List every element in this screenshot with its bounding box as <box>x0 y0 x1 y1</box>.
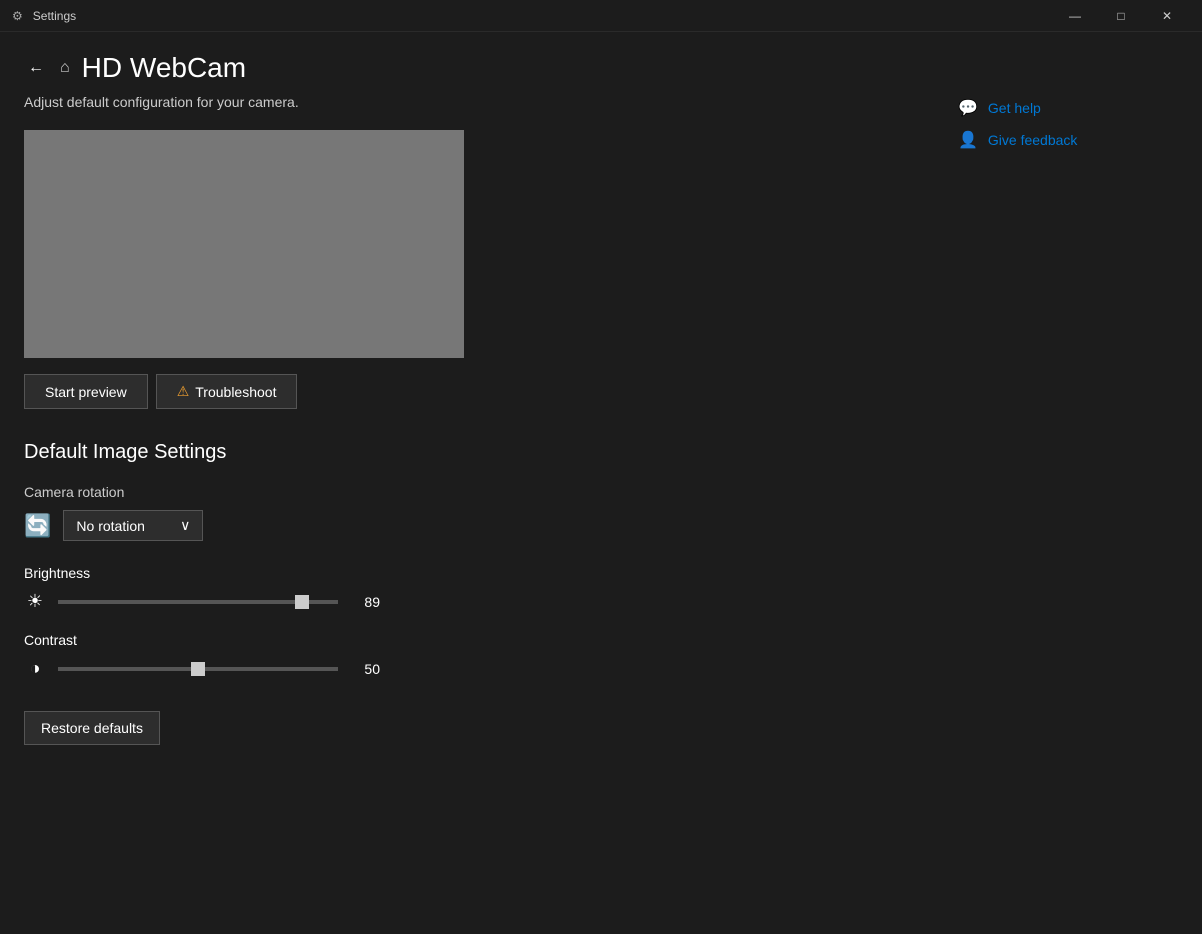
give-feedback-link[interactable]: 👤 Give feedback <box>958 126 1178 154</box>
camera-preview <box>24 130 464 358</box>
contrast-value: 50 <box>350 661 380 677</box>
section-heading: Default Image Settings <box>24 441 918 464</box>
main-content: Adjust default configuration for your ca… <box>24 94 958 934</box>
warning-icon: ⚠ <box>177 383 190 400</box>
troubleshoot-button[interactable]: ⚠ Troubleshoot <box>156 374 298 409</box>
titlebar: ⚙ Settings — □ ✕ <box>0 0 1202 32</box>
sidebar: 💬 Get help 👤 Give feedback <box>958 94 1178 934</box>
close-button[interactable]: ✕ <box>1144 0 1190 32</box>
brightness-icon: ☀ <box>24 591 46 612</box>
brightness-slider-row: ☀ 89 <box>24 591 918 612</box>
rotation-label: Camera rotation <box>24 484 918 500</box>
chevron-down-icon: ∨ <box>180 517 190 534</box>
titlebar-title: Settings <box>33 9 76 23</box>
give-feedback-icon: 👤 <box>958 130 978 150</box>
get-help-label: Get help <box>988 100 1041 116</box>
page-subtitle: Adjust default configuration for your ca… <box>24 94 918 110</box>
restore-defaults-button[interactable]: Restore defaults <box>24 711 160 745</box>
rotation-selected-value: No rotation <box>76 518 144 534</box>
brightness-value: 89 <box>350 594 380 610</box>
get-help-link[interactable]: 💬 Get help <box>958 94 1178 122</box>
restore-defaults-label: Restore defaults <box>41 720 143 736</box>
page-header: ← ⌂ HD WebCam <box>0 32 1202 94</box>
troubleshoot-label: Troubleshoot <box>195 384 276 400</box>
window-controls: — □ ✕ <box>1052 0 1190 32</box>
contrast-slider[interactable] <box>58 667 338 671</box>
action-buttons: Start preview ⚠ Troubleshoot <box>24 374 918 409</box>
camera-rotation-icon: 🔄 <box>24 513 51 539</box>
start-preview-label: Start preview <box>45 384 127 400</box>
rotation-dropdown[interactable]: No rotation ∨ <box>63 510 203 541</box>
page: ← ⌂ HD WebCam Adjust default configurati… <box>0 32 1202 934</box>
content-area: Adjust default configuration for your ca… <box>0 94 1202 934</box>
contrast-section: Contrast ◑ 50 <box>24 632 918 679</box>
rotation-row: 🔄 No rotation ∨ <box>24 510 918 541</box>
brightness-section: Brightness ☀ 89 <box>24 565 918 612</box>
contrast-slider-row: ◑ 50 <box>24 658 918 679</box>
start-preview-button[interactable]: Start preview <box>24 374 148 409</box>
brightness-label: Brightness <box>24 565 918 581</box>
give-feedback-label: Give feedback <box>988 132 1078 148</box>
home-icon[interactable]: ⌂ <box>60 59 70 77</box>
contrast-label: Contrast <box>24 632 918 648</box>
minimize-button[interactable]: — <box>1052 0 1098 32</box>
page-title: HD WebCam <box>82 52 246 84</box>
back-button[interactable]: ← <box>24 55 48 81</box>
contrast-icon: ◑ <box>24 658 46 679</box>
get-help-icon: 💬 <box>958 98 978 118</box>
app-icon: ⚙ <box>12 9 23 23</box>
brightness-slider[interactable] <box>58 600 338 604</box>
maximize-button[interactable]: □ <box>1098 0 1144 32</box>
